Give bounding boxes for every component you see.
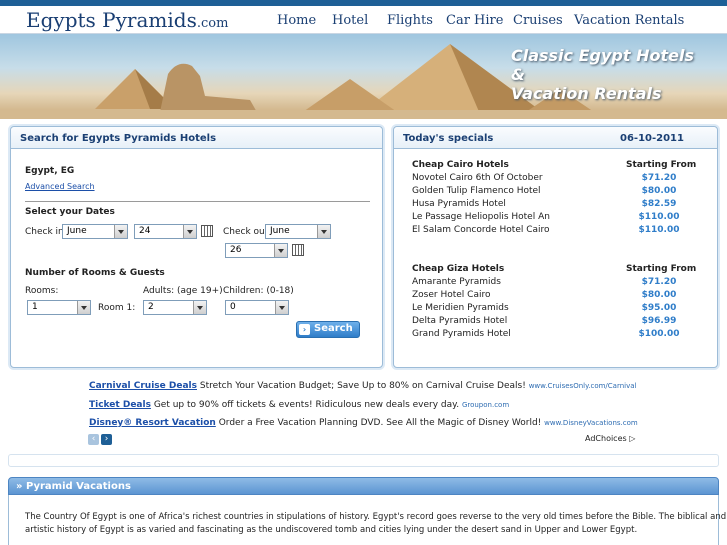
ad-prev-button[interactable]: ‹	[88, 434, 99, 445]
hotel-price[interactable]: $110.00	[636, 212, 682, 222]
specials-date: 06-10-2011	[620, 133, 684, 144]
ad-carnival: Carnival Cruise Deals Stretch Your Vacat…	[89, 381, 637, 391]
room1-label: Room 1:	[98, 303, 136, 313]
checkout-label: Check out	[223, 227, 269, 237]
vacations-text-line1: The Country Of Egypt is one of Africa's …	[25, 512, 727, 522]
ad-ticket: Ticket Deals Get up to 90% off tickets &…	[89, 400, 510, 410]
hotel-link[interactable]: Amarante Pyramids	[412, 277, 501, 287]
site-logo[interactable]: Egypts Pyramids.com	[26, 8, 228, 32]
hotel-link[interactable]: Husa Pyramids Hotel	[412, 199, 506, 209]
site-header: Egypts Pyramids.com Home Hotel Flights C…	[0, 6, 727, 34]
arrow-right-icon: ›	[299, 324, 310, 335]
hotel-price[interactable]: $96.99	[636, 316, 682, 326]
hotel-link[interactable]: Le Meridien Pyramids	[412, 303, 509, 313]
ad-headline[interactable]: Disney® Resort Vacation	[89, 418, 216, 428]
rooms-label: Rooms:	[25, 286, 59, 296]
search-panel-title: Search for Egypts Pyramids Hotels	[11, 127, 382, 149]
nav-flights[interactable]: Flights	[387, 13, 433, 28]
double-chevron-icon: »	[16, 481, 23, 492]
hotel-price[interactable]: $71.20	[636, 277, 682, 287]
hero-banner: Classic Egypt Hotels & Vacation Rentals	[0, 34, 727, 119]
hotel-price[interactable]: $80.00	[636, 290, 682, 300]
children-select[interactable]: 0	[225, 300, 289, 315]
dates-label: Select your Dates	[25, 207, 115, 217]
vacations-header: » Pyramid Vacations	[8, 477, 719, 495]
checkin-label: Check in	[25, 227, 64, 237]
adchoices-link[interactable]: AdChoices ▷	[585, 434, 635, 443]
hotel-price[interactable]: $100.00	[636, 329, 682, 339]
ad-disney: Disney® Resort Vacation Order a Free Vac…	[89, 418, 638, 428]
specials-group-heading: Cheap Giza Hotels	[412, 264, 505, 274]
specials-title: Today's specials 06-10-2011	[394, 127, 717, 149]
hotel-link[interactable]: Delta Pyramids Hotel	[412, 316, 507, 326]
ad-next-button[interactable]: ›	[101, 434, 112, 445]
hotel-price[interactable]: $80.00	[636, 186, 682, 196]
hotel-price[interactable]: $82.59	[636, 199, 682, 209]
starting-from-label: Starting From	[626, 264, 697, 274]
ad-headline[interactable]: Ticket Deals	[89, 400, 151, 410]
advanced-search-link[interactable]: Advanced Search	[25, 182, 95, 191]
divider	[25, 201, 370, 202]
vacations-text-line2: artistic history of Egypt is as varied a…	[25, 525, 638, 535]
nav-vacation-rentals[interactable]: Vacation Rentals	[574, 13, 684, 28]
hotel-price[interactable]: $71.20	[636, 173, 682, 183]
hotel-link[interactable]: El Salam Concorde Hotel Cairo	[412, 225, 550, 235]
nav-home[interactable]: Home	[277, 13, 316, 28]
adchoices-icon: ▷	[629, 434, 636, 443]
hotel-link[interactable]: Zoser Hotel Cairo	[412, 290, 490, 300]
checkout-month-select[interactable]: June	[265, 224, 331, 239]
checkout-day-select[interactable]: 26	[225, 243, 288, 258]
rooms-guests-title: Number of Rooms & Guests	[25, 268, 165, 278]
checkin-day-select[interactable]: 24	[134, 224, 197, 239]
adults-label: Adults: (age 19+)	[143, 286, 223, 296]
children-label: Children: (0-18)	[223, 286, 294, 296]
hotel-price[interactable]: $110.00	[636, 225, 682, 235]
hotel-link[interactable]: Golden Tulip Flamenco Hotel	[412, 186, 541, 196]
hotel-link[interactable]: Grand Pyramids Hotel	[412, 329, 511, 339]
nav-car-hire[interactable]: Car Hire	[446, 13, 503, 28]
nav-cruises[interactable]: Cruises	[513, 13, 563, 28]
hotel-link[interactable]: Novotel Cairo 6th Of October	[412, 173, 543, 183]
checkin-month-select[interactable]: June	[62, 224, 128, 239]
rooms-select[interactable]: 1	[27, 300, 91, 315]
search-button[interactable]: › Search	[296, 321, 360, 338]
nav-hotel[interactable]: Hotel	[332, 13, 368, 28]
separator-box	[8, 454, 719, 467]
hotel-link[interactable]: Le Passage Heliopolis Hotel An	[412, 212, 550, 222]
ad-headline[interactable]: Carnival Cruise Deals	[89, 381, 197, 391]
calendar-icon[interactable]	[292, 244, 304, 256]
specials-group-heading: Cheap Cairo Hotels	[412, 160, 509, 170]
adults-select[interactable]: 2	[143, 300, 207, 315]
location-label: Egypt, EG	[25, 166, 75, 176]
hotel-price[interactable]: $95.00	[636, 303, 682, 313]
starting-from-label: Starting From	[626, 160, 697, 170]
calendar-icon[interactable]	[201, 225, 213, 237]
banner-tagline: Classic Egypt Hotels & Vacation Rentals	[511, 46, 694, 103]
